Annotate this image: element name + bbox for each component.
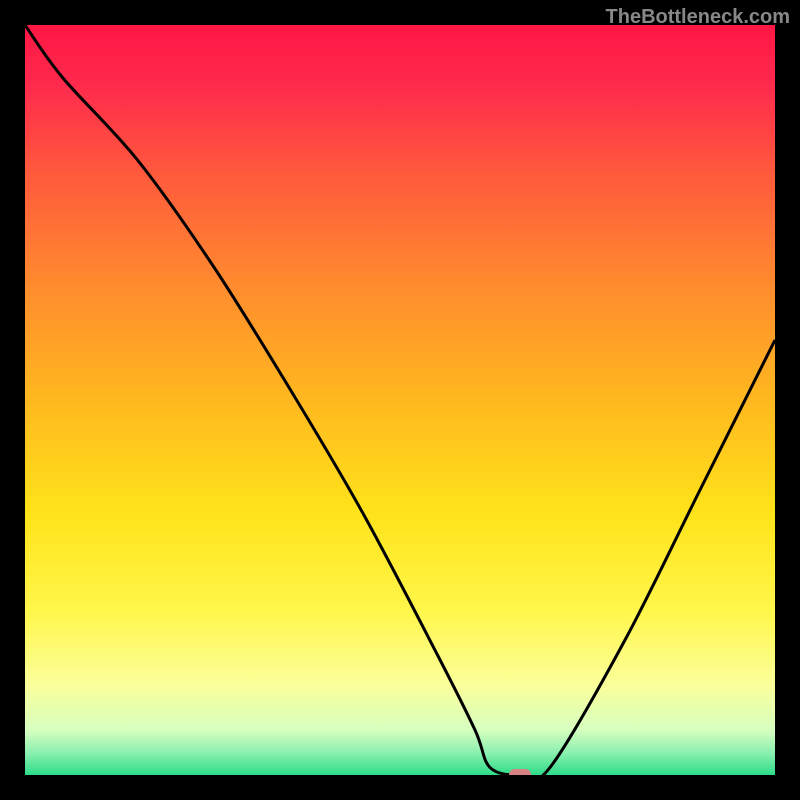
chart-svg (25, 25, 775, 775)
watermark-text: TheBottleneck.com (606, 6, 790, 29)
marker-dot (509, 769, 531, 775)
gradient-background (25, 25, 775, 775)
chart-container (25, 25, 775, 775)
